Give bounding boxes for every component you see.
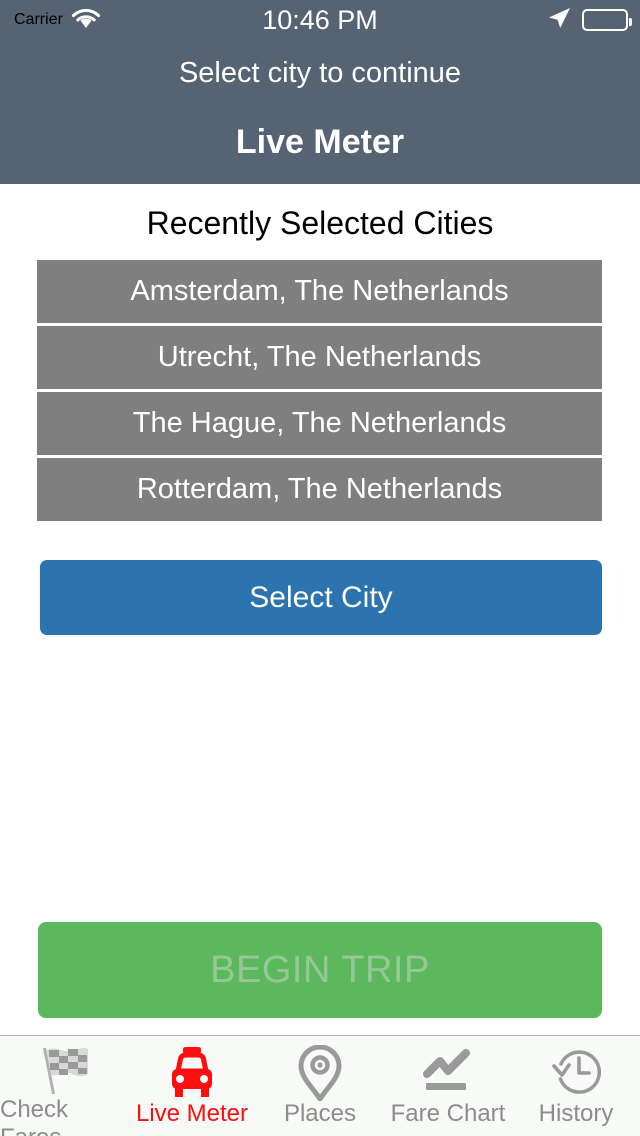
- page-title: Live Meter: [0, 123, 640, 162]
- tab-check-fares[interactable]: Check Fares: [0, 1036, 128, 1136]
- tab-bar: Check Fares Live Meter: [0, 1035, 640, 1136]
- tab-live-meter[interactable]: Live Meter: [128, 1036, 256, 1136]
- tab-label: Fare Chart: [391, 1100, 506, 1128]
- tab-label: Live Meter: [136, 1100, 248, 1128]
- status-bar-time: 10:46 PM: [0, 0, 640, 40]
- status-bar-right: [546, 0, 628, 40]
- tab-fare-chart[interactable]: Fare Chart: [384, 1036, 512, 1136]
- battery-full-icon: [582, 9, 628, 31]
- list-item[interactable]: Amsterdam, The Netherlands: [37, 260, 602, 323]
- clock-history-icon: [548, 1044, 604, 1102]
- select-city-button[interactable]: Select City: [40, 560, 602, 635]
- section-title: Recently Selected Cities: [0, 205, 640, 242]
- list-item[interactable]: Rotterdam, The Netherlands: [37, 458, 602, 521]
- list-item[interactable]: The Hague, The Netherlands: [37, 392, 602, 455]
- taxi-icon: [164, 1044, 220, 1102]
- city-label: The Hague, The Netherlands: [133, 407, 506, 440]
- app-header: Carrier 10:46 PM: [0, 0, 640, 184]
- list-item[interactable]: Utrecht, The Netherlands: [37, 326, 602, 389]
- line-chart-icon: [420, 1044, 476, 1102]
- city-label: Rotterdam, The Netherlands: [137, 473, 502, 506]
- checkered-flag-icon: [36, 1044, 92, 1098]
- tab-label: Check Fares: [0, 1096, 128, 1136]
- header-subtitle: Select city to continue: [0, 57, 640, 90]
- tab-places[interactable]: Places: [256, 1036, 384, 1136]
- status-bar: Carrier 10:46 PM: [0, 0, 640, 40]
- city-label: Amsterdam, The Netherlands: [130, 275, 508, 308]
- tab-label: History: [539, 1100, 614, 1128]
- tab-history[interactable]: History: [512, 1036, 640, 1136]
- city-label: Utrecht, The Netherlands: [158, 341, 481, 374]
- app-screen: Carrier 10:46 PM: [0, 0, 640, 1136]
- recent-cities-list: Amsterdam, The Netherlands Utrecht, The …: [37, 260, 602, 524]
- map-pin-icon: [298, 1044, 342, 1102]
- begin-trip-button[interactable]: BEGIN TRIP: [38, 922, 602, 1018]
- location-arrow-icon: [546, 5, 572, 36]
- tab-label: Places: [284, 1100, 356, 1128]
